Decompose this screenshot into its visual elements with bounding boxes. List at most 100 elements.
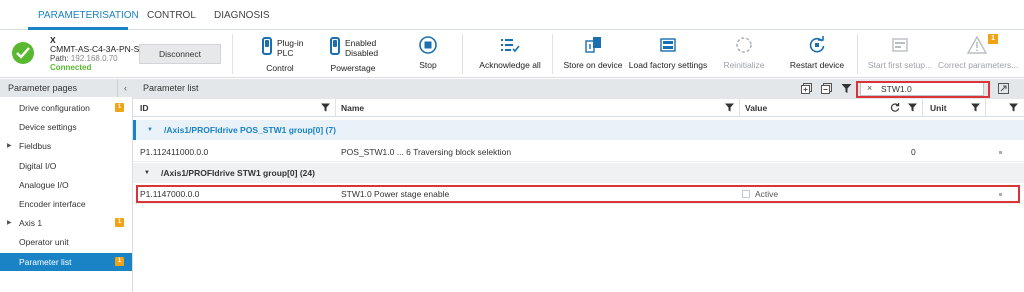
reinitialize-icon: [736, 37, 752, 53]
column-divider: [985, 99, 986, 117]
table-header: ID Name Value Unit: [133, 99, 1024, 117]
toggle-switch-icon: [330, 37, 340, 55]
powerstage-label: Powerstage: [330, 63, 376, 73]
powerstage-toggle[interactable]: Enabled Disabled Powerstage: [318, 34, 388, 74]
store-on-device-button[interactable]: Store on device: [560, 34, 626, 74]
correct-parameters-badge: 1: [988, 34, 998, 44]
toolbar-divider: [462, 34, 463, 74]
expand-all-icon[interactable]: [801, 83, 812, 94]
sidebar-item[interactable]: Analogue I/O: [0, 176, 132, 194]
collapse-all-icon[interactable]: [821, 83, 832, 94]
toolbar-divider: [232, 34, 233, 74]
sidebar-item[interactable]: ▶ Fieldbus: [0, 137, 132, 155]
warning-triangle-icon: [967, 36, 987, 54]
table-row[interactable]: P1.112411000.0.0 POS_STW1.0 ... 6 Traver…: [133, 142, 1024, 162]
main-tabs: PARAMETERISATION CONTROL DIAGNOSIS: [0, 0, 1024, 30]
column-header-id[interactable]: ID: [140, 103, 149, 113]
sidebar-item-label: Analogue I/O: [19, 180, 69, 190]
sidebar-item-label: Encoder interface: [19, 199, 86, 209]
column-divider: [335, 99, 336, 117]
connection-status: Connected: [50, 63, 92, 72]
collapse-sidebar-button[interactable]: ‹: [117, 79, 133, 97]
toolbar-divider: [857, 34, 858, 74]
warning-badge-icon: 1: [115, 257, 124, 266]
acknowledge-all-button[interactable]: Acknowledge all: [474, 34, 546, 74]
sidebar-item[interactable]: Operator unit: [0, 233, 132, 251]
sidebar-item-label: Fieldbus: [19, 141, 52, 151]
unit-filter-icon[interactable]: [971, 103, 980, 112]
row-name: POS_STW1.0 ... 6 Traversing block selekt…: [341, 147, 512, 157]
powerstage-option-disabled: Disabled: [345, 48, 379, 58]
tab-parameterisation[interactable]: PARAMETERISATION: [38, 10, 139, 21]
stop-label: Stop: [419, 60, 437, 70]
search-highlight-box: [856, 81, 990, 98]
control-option-plugin: Plug-in: [277, 38, 304, 48]
toggle-switch-icon: [262, 37, 272, 55]
control-toggle[interactable]: Plug-in PLC Control: [250, 34, 310, 74]
filter-icon[interactable]: [841, 83, 852, 94]
id-filter-icon[interactable]: [321, 103, 330, 112]
restart-device-button[interactable]: Restart device: [786, 34, 848, 74]
parameter-list-header: Parameter list × STW1.0: [133, 79, 1024, 99]
sidebar-item[interactable]: ▶ Axis 1 1: [0, 214, 132, 232]
correct-parameters-button[interactable]: 1 Correct parameters...: [938, 34, 1018, 74]
expand-triangle-icon[interactable]: ▼: [144, 163, 150, 183]
warning-badge-icon: 1: [115, 103, 124, 112]
load-factory-settings-label: Load factory settings: [628, 60, 708, 70]
load-factory-settings-button[interactable]: Load factory settings: [628, 34, 708, 74]
sidebar-item-label: Drive configuration: [19, 103, 90, 113]
parameter-list-title: Parameter list: [143, 83, 199, 93]
group-label: /Axis1/PROFIdrive STW1 group[0] (24): [161, 168, 315, 178]
export-icon[interactable]: [998, 83, 1009, 94]
expand-triangle-icon[interactable]: ▼: [147, 120, 153, 140]
stop-button[interactable]: Stop: [408, 34, 448, 74]
sidebar-item[interactable]: Digital I/O: [0, 157, 132, 175]
sidebar-item-label: Axis 1: [19, 218, 43, 228]
restart-icon: [809, 36, 825, 53]
control-label: Control: [266, 63, 294, 73]
sidebar-item-label: Operator unit: [19, 237, 69, 247]
group-row[interactable]: ▼ /Axis1/PROFIdrive POS_STW1 group[0] (7…: [133, 120, 1024, 140]
sidebar-title: Parameter pages: [8, 83, 78, 93]
column-header-unit[interactable]: Unit: [930, 103, 947, 113]
extra-filter-icon[interactable]: [1009, 103, 1018, 112]
start-first-setup-button[interactable]: Start first setup...: [864, 34, 936, 74]
device-path-value: 192.168.0.70: [70, 54, 118, 63]
toolbar: X CMMT-AS-C4-3A-PN-S1 Path: 192.168.0.70…: [0, 30, 1024, 78]
device-path-label: Path:: [50, 54, 69, 63]
sidebar-item[interactable]: Device settings: [0, 118, 132, 136]
sidebar-item[interactable]: Encoder interface: [0, 195, 132, 213]
row-marker: [999, 151, 1002, 154]
column-divider: [922, 99, 923, 117]
expand-arrow-icon[interactable]: ▶: [7, 214, 12, 232]
refresh-values-icon[interactable]: [890, 103, 900, 112]
group-row[interactable]: ▼ /Axis1/PROFIdrive STW1 group[0] (24): [133, 163, 1024, 183]
factory-settings-icon: [660, 38, 676, 52]
column-header-name[interactable]: Name: [341, 103, 364, 113]
acknowledge-list-icon: [501, 39, 520, 53]
control-option-plc: PLC: [277, 48, 294, 58]
powerstage-option-enabled: Enabled: [345, 38, 377, 48]
sidebar-item-label: Parameter list: [19, 257, 72, 267]
reinitialize-button[interactable]: Reinitialize: [716, 34, 772, 74]
tab-control[interactable]: CONTROL: [147, 10, 196, 21]
name-filter-icon[interactable]: [725, 103, 734, 112]
expand-arrow-icon[interactable]: ▶: [7, 137, 12, 155]
stop-icon: [419, 36, 437, 54]
tab-diagnosis[interactable]: DIAGNOSIS: [214, 10, 270, 21]
group-label: /Axis1/PROFIdrive POS_STW1 group[0] (7): [164, 125, 336, 135]
store-on-device-label: Store on device: [563, 60, 623, 70]
restart-device-label: Restart device: [789, 60, 845, 70]
disconnect-button[interactable]: Disconnect: [139, 44, 221, 64]
connected-check-icon: [12, 42, 34, 64]
value-filter-icon[interactable]: [908, 103, 917, 112]
device-model: CMMT-AS-C4-3A-PN-S1: [50, 44, 144, 54]
sidebar-item-label: Digital I/O: [19, 161, 57, 171]
warning-badge-icon: 1: [115, 218, 124, 227]
column-header-value[interactable]: Value: [745, 103, 767, 113]
device-path: Path: 192.168.0.70: [50, 54, 118, 63]
row-value[interactable]: 0: [911, 142, 916, 162]
row-highlight-box: [136, 185, 1020, 203]
sidebar-item[interactable]: Parameter list 1: [0, 253, 132, 271]
sidebar-item[interactable]: Drive configuration 1: [0, 99, 132, 117]
